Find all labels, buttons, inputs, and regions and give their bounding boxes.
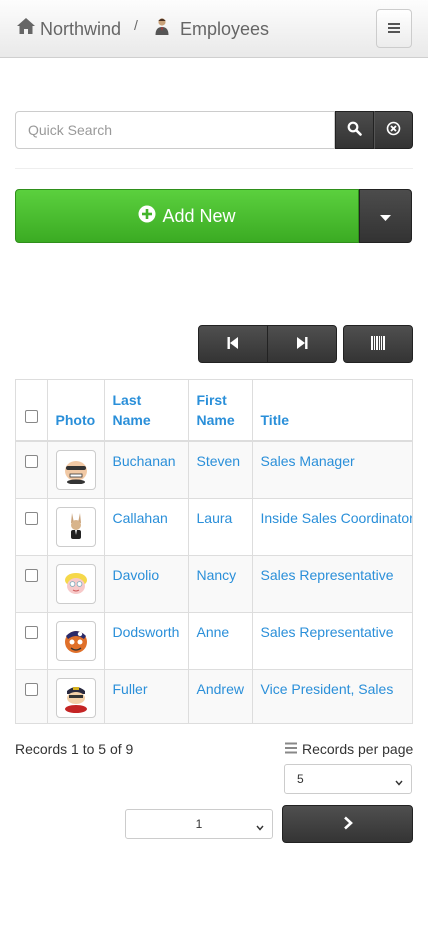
- row-select-cell: [16, 497, 48, 555]
- table-row: Callahan Laura Inside Sales Coordinator: [16, 497, 412, 555]
- breadcrumb-current: Employees: [154, 17, 269, 40]
- title-cell[interactable]: Sales Representative: [252, 611, 412, 669]
- title-cell[interactable]: Inside Sales Coordinator: [252, 497, 412, 555]
- employee-icon: [154, 17, 170, 40]
- records-per-page-label: Records per page: [285, 741, 413, 757]
- row-select-cell: [16, 668, 48, 723]
- last-name-cell[interactable]: Fuller: [104, 668, 189, 723]
- app-header: Northwind / Employees: [0, 0, 428, 58]
- breadcrumb-home-label: Northwind: [40, 18, 122, 39]
- first-name-cell[interactable]: Nancy: [188, 554, 253, 612]
- columns-button[interactable]: [343, 325, 413, 363]
- chevron-right-icon: [343, 816, 353, 833]
- table-row: Fuller Andrew Vice President, Sales: [16, 668, 412, 723]
- records-per-page-value: 5: [297, 772, 304, 786]
- clear-search-button[interactable]: [374, 111, 413, 149]
- first-name-cell[interactable]: Steven: [188, 441, 253, 498]
- page-number-value: 1: [195, 817, 203, 831]
- table-row: Buchanan Steven Sales Manager: [16, 441, 412, 498]
- add-options-dropdown[interactable]: [359, 189, 412, 243]
- buchanan-avatar-icon[interactable]: [55, 450, 96, 490]
- search-button[interactable]: [335, 111, 374, 149]
- row-checkbox[interactable]: [25, 682, 38, 696]
- page-title: Employees: [180, 18, 270, 39]
- clear-circle-icon: [386, 121, 401, 139]
- quick-search: [15, 111, 413, 149]
- step-backward-icon: [227, 336, 239, 353]
- table-row: Davolio Nancy Sales Representative: [16, 554, 412, 612]
- title-cell[interactable]: Sales Manager: [252, 441, 412, 498]
- row-checkbox[interactable]: [25, 568, 38, 582]
- column-header-first-name[interactable]: First Name: [188, 380, 253, 442]
- add-button-group: Add New: [15, 189, 412, 243]
- records-per-page-select[interactable]: 5: [284, 764, 412, 794]
- davolio-avatar-icon[interactable]: [55, 563, 96, 604]
- menu-button[interactable]: [376, 9, 412, 48]
- select-all-checkbox[interactable]: [25, 410, 38, 423]
- search-input[interactable]: [15, 111, 335, 149]
- last-name-cell[interactable]: Davolio: [104, 554, 189, 612]
- caret-down-icon: [380, 208, 391, 224]
- add-new-label: Add New: [162, 205, 236, 226]
- grid-header-row: Photo Last Name First Name Title: [16, 380, 412, 442]
- home-icon: [16, 17, 36, 40]
- first-name-cell[interactable]: Anne: [188, 611, 253, 669]
- fuller-avatar-icon[interactable]: [55, 677, 96, 718]
- last-name-cell[interactable]: Buchanan: [104, 441, 189, 498]
- first-name-cell[interactable]: Andrew: [188, 668, 253, 723]
- photo-cell: [47, 554, 105, 612]
- photo-cell: [47, 497, 105, 555]
- photo-cell: [47, 611, 105, 669]
- chevron-down-icon: [395, 775, 403, 789]
- table-row: Dodsworth Anne Sales Representative: [16, 611, 412, 669]
- employees-grid: Photo Last Name First Name Title Buchana…: [15, 379, 413, 724]
- column-header-photo[interactable]: Photo: [47, 380, 105, 442]
- row-select-cell: [16, 611, 48, 669]
- plus-circle-icon: [138, 205, 156, 228]
- last-name-cell[interactable]: Callahan: [104, 497, 189, 555]
- page-number-select[interactable]: 1: [125, 809, 273, 839]
- breadcrumb-home[interactable]: Northwind: [16, 17, 121, 40]
- row-checkbox[interactable]: [25, 455, 38, 468]
- select-all-cell: [16, 380, 48, 442]
- chevron-down-icon: [256, 820, 264, 834]
- search-icon: [347, 121, 362, 139]
- next-page-button[interactable]: [267, 325, 337, 363]
- title-cell[interactable]: Vice President, Sales: [252, 668, 412, 723]
- last-name-cell[interactable]: Dodsworth: [104, 611, 189, 669]
- barcode-icon: [371, 335, 385, 353]
- row-checkbox[interactable]: [25, 625, 38, 639]
- dodsworth-avatar-icon[interactable]: [55, 620, 96, 661]
- first-name-cell[interactable]: Laura: [188, 497, 253, 555]
- column-header-title[interactable]: Title: [252, 380, 412, 442]
- row-select-cell: [16, 441, 48, 498]
- divider: [15, 168, 413, 169]
- row-checkbox[interactable]: [25, 511, 38, 525]
- column-header-last-name[interactable]: Last Name: [104, 380, 189, 442]
- records-per-page-text: Records per page: [302, 741, 414, 757]
- title-cell[interactable]: Sales Representative: [252, 554, 412, 612]
- hamburger-icon: [388, 21, 400, 37]
- row-select-cell: [16, 554, 48, 612]
- callahan-avatar-icon[interactable]: [55, 506, 96, 547]
- records-count: Records 1 to 5 of 9: [15, 741, 134, 757]
- add-new-button[interactable]: Add New: [15, 189, 359, 243]
- photo-cell: [47, 441, 105, 498]
- list-icon: [285, 741, 297, 757]
- go-to-page-button[interactable]: [282, 805, 413, 843]
- photo-cell: [47, 668, 105, 723]
- first-page-button[interactable]: [198, 325, 268, 363]
- breadcrumb-separator: /: [134, 17, 138, 33]
- step-forward-icon: [296, 336, 308, 353]
